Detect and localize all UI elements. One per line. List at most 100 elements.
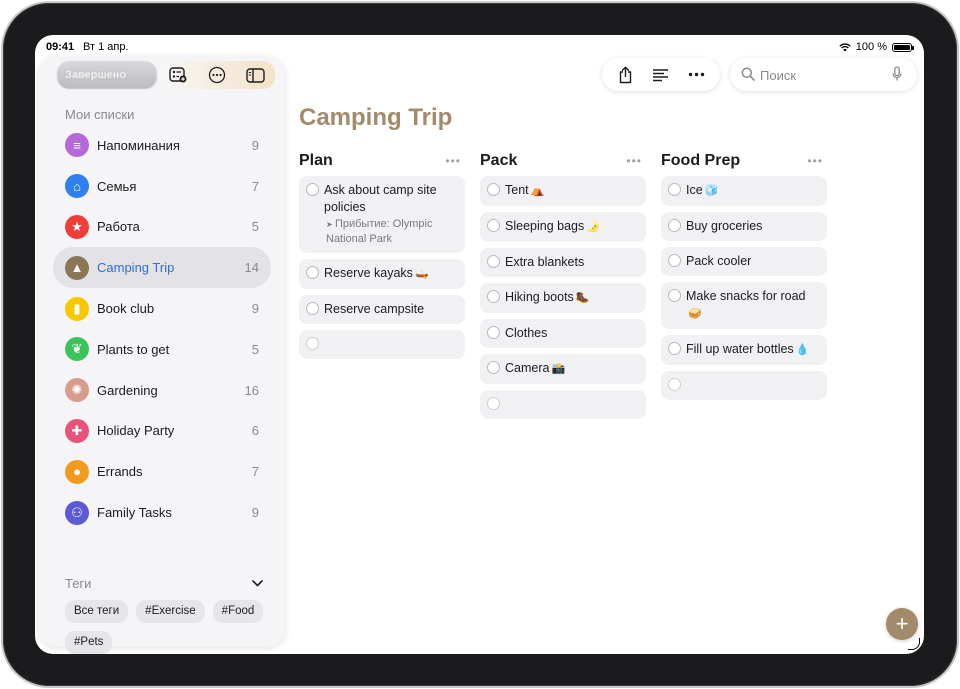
reminder-text: Tent: [505, 183, 529, 197]
list-count: 14: [244, 260, 259, 276]
checkbox-circle[interactable]: [487, 361, 500, 374]
reminder-card[interactable]: Extra blankets: [480, 248, 646, 277]
list-count: 5: [251, 219, 259, 235]
tag-chip[interactable]: #Food: [212, 600, 264, 623]
section-column: Pack ••• Tent ⛺ Sleeping bags 🌛 Extra blankets…: [480, 150, 646, 425]
reminder-text: Buy groceries: [686, 219, 763, 233]
checkbox-circle[interactable]: [487, 255, 500, 268]
list-count: 16: [244, 382, 259, 398]
sidebar-top: Завершено: [57, 61, 275, 91]
sidebar-list-item[interactable]: ● Errands 7: [53, 451, 271, 492]
reminder-emoji: 🧊: [704, 185, 719, 197]
reminder-text: Sleeping bags: [505, 219, 585, 233]
add-reminder-button[interactable]: +: [886, 608, 918, 640]
reminder-card[interactable]: Camera 📸: [480, 354, 646, 384]
checkbox-circle[interactable]: [487, 326, 500, 339]
star-icon: ★: [65, 214, 89, 239]
more-icon[interactable]: [685, 64, 707, 86]
list-view-icon[interactable]: [167, 64, 189, 86]
sidebar-toggle-icon[interactable]: [245, 64, 267, 86]
reminder-card[interactable]: Clothes: [480, 319, 646, 348]
completed-pill[interactable]: Завершено: [57, 61, 157, 89]
reminder-card[interactable]: Reserve kayaks 🛶: [299, 259, 465, 289]
reminder-card[interactable]: Fill up water bottles 💧: [661, 335, 827, 365]
reminder-card[interactable]: Hiking boots 🥾: [480, 283, 646, 313]
checkbox-circle[interactable]: [306, 337, 319, 350]
section-more-icon[interactable]: •••: [626, 154, 642, 168]
sidebar-list-item[interactable]: ▮ Book club 9: [53, 288, 271, 329]
reminder-location: ➤ Прибытие: Olympic National Park: [324, 217, 457, 247]
checkbox-circle[interactable]: [306, 183, 319, 196]
section-more-icon[interactable]: •••: [807, 154, 823, 168]
tag-chip[interactable]: #Pets: [65, 631, 113, 654]
bookmark-icon: ▮: [65, 296, 89, 321]
reminder-card[interactable]: Ice 🧊: [661, 176, 827, 206]
checkbox-circle[interactable]: [306, 266, 319, 279]
list-label: Book club: [97, 301, 155, 317]
section-title: Pack: [480, 152, 518, 169]
microphone-icon[interactable]: [892, 66, 902, 82]
share-icon[interactable]: [615, 64, 637, 86]
people-icon: ⚇: [65, 500, 89, 525]
status-time: 09:41: [46, 41, 75, 53]
text-lines-icon[interactable]: [650, 64, 672, 86]
sidebar-list-item[interactable]: ★ Работа 5: [53, 207, 271, 248]
checkbox-circle[interactable]: [306, 302, 319, 315]
checkbox-circle[interactable]: [668, 254, 681, 267]
section-more-icon[interactable]: •••: [445, 154, 461, 168]
reminder-emoji: 🥾: [575, 292, 590, 304]
reminder-card[interactable]: Ask about camp site policies ➤ Прибытие: …: [299, 176, 465, 253]
reminder-card[interactable]: Tent ⛺: [480, 176, 646, 206]
corner-indicator: [908, 638, 920, 650]
reminder-card[interactable]: Buy groceries: [661, 212, 827, 241]
sidebar-list-item[interactable]: ✺ Gardening 16: [53, 370, 271, 411]
reminder-card[interactable]: Sleeping bags 🌛: [480, 212, 646, 242]
new-reminder-row[interactable]: [480, 390, 646, 419]
more-circle-icon[interactable]: [206, 64, 228, 86]
list-count: 9: [251, 137, 259, 153]
reminder-text: Make snacks for road: [686, 289, 806, 303]
list-count: 9: [251, 301, 259, 317]
checkbox-circle[interactable]: [668, 219, 681, 232]
checkbox-circle[interactable]: [487, 397, 500, 410]
reminder-text: Hiking boots: [505, 290, 574, 304]
chevron-down-icon[interactable]: [252, 580, 263, 587]
sidebar-list-item[interactable]: ❦ Plants to get 5: [53, 329, 271, 370]
sidebar-list-item[interactable]: ⚇ Family Tasks 9: [53, 492, 271, 533]
new-reminder-row[interactable]: [661, 371, 827, 400]
page-title: Camping Trip: [299, 104, 453, 131]
house-icon: ⌂: [65, 174, 89, 199]
checkbox-circle[interactable]: [668, 289, 681, 302]
location-text: Прибытие: Olympic National Park: [326, 218, 433, 245]
reminder-card[interactable]: Pack cooler: [661, 247, 827, 276]
sidebar-list-item[interactable]: ▲ Camping Trip 14: [53, 247, 271, 289]
status-date: Вт 1 апр.: [83, 41, 129, 53]
tags-header[interactable]: Теги: [65, 576, 263, 591]
checkbox-circle[interactable]: [668, 378, 681, 391]
my-lists: ≡ Напоминания 9 ⌂ Семья 7 ★ Работа 5 ▲ Camping Tri…: [53, 125, 271, 533]
sidebar-list-item[interactable]: ⌂ Семья 7: [53, 166, 271, 207]
list-label: Errands: [97, 464, 143, 480]
list-label: Семья: [97, 178, 137, 194]
sidebar-list-item[interactable]: ≡ Напоминания 9: [53, 125, 271, 166]
checkbox-circle[interactable]: [668, 183, 681, 196]
section-column: Plan ••• Ask about camp site policies ➤ При…: [299, 150, 465, 365]
checkbox-circle[interactable]: [487, 183, 500, 196]
checkbox-circle[interactable]: [487, 290, 500, 303]
tag-chip[interactable]: #Exercise: [136, 600, 205, 623]
search-input[interactable]: [760, 65, 880, 85]
checkbox-circle[interactable]: [668, 342, 681, 355]
section-header: Plan •••: [299, 150, 465, 172]
checkbox-circle[interactable]: [487, 219, 500, 232]
reminder-card[interactable]: Make snacks for road 🥪: [661, 282, 827, 329]
tag-chip[interactable]: Все теги: [65, 600, 129, 623]
reminder-text: Reserve kayaks: [324, 266, 413, 280]
toolbar: [602, 58, 720, 91]
list-label: Camping Trip: [97, 260, 175, 276]
sidebar-list-item[interactable]: ✚ Holiday Party 6: [53, 411, 271, 452]
reminder-card[interactable]: Reserve campsite: [299, 295, 465, 324]
new-reminder-row[interactable]: [299, 330, 465, 359]
location-arrow-icon: ➤: [326, 220, 335, 229]
reminder-emoji: 🛶: [414, 268, 429, 280]
reminder-text: Ask about camp site policies: [324, 183, 437, 214]
